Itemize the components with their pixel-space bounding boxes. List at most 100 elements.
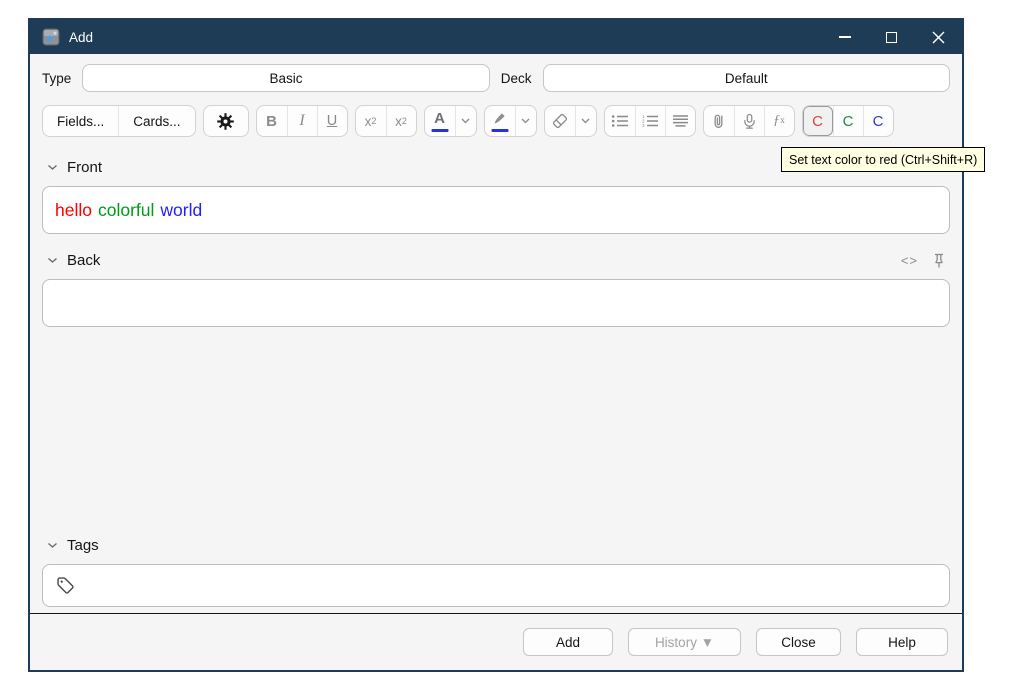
text-color-group: A <box>423 105 477 137</box>
align-justify-icon <box>672 115 688 127</box>
editor-settings-button[interactable] <box>204 106 248 136</box>
type-label: Type <box>42 70 72 86</box>
front-collapse-toggle[interactable] <box>47 164 58 171</box>
window-controls <box>821 20 962 54</box>
tooltip: Set text color to red (Ctrl+Shift+R) <box>781 147 986 172</box>
front-word: world <box>160 199 203 220</box>
titlebar[interactable]: Add <box>30 20 962 54</box>
cards-button[interactable]: Cards... <box>118 106 194 136</box>
fx-x: x <box>780 116 785 126</box>
script-group: x2 x2 <box>354 105 417 137</box>
text-color-swatch <box>431 128 449 132</box>
back-field-editor[interactable] <box>42 279 950 327</box>
subscript-button[interactable]: x2 <box>385 106 416 136</box>
tags-collapse-toggle[interactable] <box>47 542 58 549</box>
media-group: ƒx <box>702 105 795 137</box>
editor-toolbar: Fields... Cards... B I U x 2 x 2 A 1 2 3… <box>42 105 950 137</box>
bold-button[interactable]: B <box>257 106 287 136</box>
close-icon <box>932 31 945 43</box>
minimize-button[interactable] <box>821 20 868 54</box>
svg-text:3: 3 <box>642 123 645 128</box>
subscript-mark: 2 <box>401 116 407 126</box>
anki-app-icon <box>42 28 60 46</box>
back-section-header: Back <> <box>42 248 950 273</box>
back-collapse-toggle[interactable] <box>47 257 58 264</box>
highlight-color-button[interactable] <box>485 106 515 136</box>
notetype-selector[interactable]: Basic <box>82 64 490 92</box>
back-field-label: Back <box>67 252 101 269</box>
superscript-mark: 2 <box>371 116 377 126</box>
add-note-dialog: Add Type Basic Deck Default Fields... Ca… <box>28 18 964 672</box>
dialog-body: Type Basic Deck Default Fields... Cards.… <box>30 54 962 613</box>
record-audio-button[interactable] <box>733 106 764 136</box>
remove-formatting-dropdown[interactable] <box>574 106 596 136</box>
tags-label: Tags <box>67 537 99 554</box>
superscript-base: x <box>364 113 372 129</box>
list-group: 123 <box>603 105 696 137</box>
deck-value: Default <box>724 70 768 86</box>
chevron-down-icon <box>521 118 530 124</box>
remove-format-group <box>543 105 597 137</box>
bullet-list-button[interactable] <box>605 106 635 136</box>
chevron-down-icon <box>48 257 57 263</box>
chevron-down-icon <box>461 118 470 124</box>
add-button[interactable]: Add <box>523 628 613 656</box>
deck-label: Deck <box>500 70 532 86</box>
cloze-red-button[interactable]: C <box>802 106 833 136</box>
microphone-icon <box>743 113 755 129</box>
notetype-value: Basic <box>269 70 303 86</box>
tags-section-header: Tags <box>42 533 950 558</box>
gear-icon <box>217 112 234 130</box>
bullet-list-icon <box>611 115 628 127</box>
underline-button[interactable]: U <box>316 106 347 136</box>
settings-group <box>202 105 249 137</box>
chevron-down-icon <box>48 542 57 548</box>
eraser-icon <box>552 113 567 129</box>
fields-button[interactable]: Fields... <box>43 106 118 136</box>
front-field-label: Front <box>67 159 103 176</box>
pin-icon[interactable] <box>933 253 945 269</box>
cloze-green-button[interactable]: C <box>832 106 863 136</box>
highlight-color-swatch <box>491 128 509 132</box>
highlighter-pen-icon <box>494 112 505 123</box>
help-button[interactable]: Help <box>856 628 948 656</box>
tag-icon <box>57 577 74 594</box>
basic-format-group: B I U <box>255 105 348 137</box>
highlight-color-dropdown[interactable] <box>514 106 536 136</box>
paperclip-icon <box>714 114 723 128</box>
front-word: hello <box>55 199 92 220</box>
dialog-footer: Add History ▼ Close Help <box>30 613 962 670</box>
subscript-base: x <box>395 113 402 129</box>
deck-selector[interactable]: Default <box>542 64 951 92</box>
justify-button[interactable] <box>664 106 695 136</box>
close-dialog-button[interactable]: Close <box>756 628 841 656</box>
front-word: colorful <box>97 199 155 220</box>
chevron-down-icon <box>48 164 57 170</box>
window-title: Add <box>69 29 94 45</box>
cloze-blue-button[interactable]: C <box>862 106 893 136</box>
remove-formatting-button[interactable] <box>545 106 575 136</box>
text-color-button[interactable]: A <box>425 106 455 136</box>
chevron-down-icon <box>581 118 590 124</box>
text-color-letter: A <box>434 109 445 127</box>
attach-media-button[interactable] <box>704 106 734 136</box>
superscript-button[interactable]: x2 <box>356 106 386 136</box>
equations-button[interactable]: ƒx <box>763 106 794 136</box>
highlight-color-group <box>483 105 537 137</box>
type-deck-row: Type Basic Deck Default <box>42 64 951 92</box>
maximize-button[interactable] <box>868 20 915 54</box>
history-button[interactable]: History ▼ <box>628 628 741 656</box>
numbered-list-button[interactable]: 123 <box>634 106 665 136</box>
italic-button[interactable]: I <box>286 106 317 136</box>
front-field-editor[interactable]: hello colorful world <box>42 186 950 234</box>
cloze-group: C C C <box>801 105 894 137</box>
text-color-dropdown[interactable] <box>454 106 476 136</box>
fields-cards-group: Fields... Cards... <box>42 105 196 137</box>
tags-input[interactable] <box>42 564 950 607</box>
minimize-icon <box>838 36 851 38</box>
close-button[interactable] <box>915 20 962 54</box>
fx-f: ƒ <box>773 113 781 128</box>
back-field-tools: <> <box>901 253 950 269</box>
numbered-list-icon: 123 <box>642 114 659 128</box>
html-editor-toggle[interactable]: <> <box>901 253 918 268</box>
